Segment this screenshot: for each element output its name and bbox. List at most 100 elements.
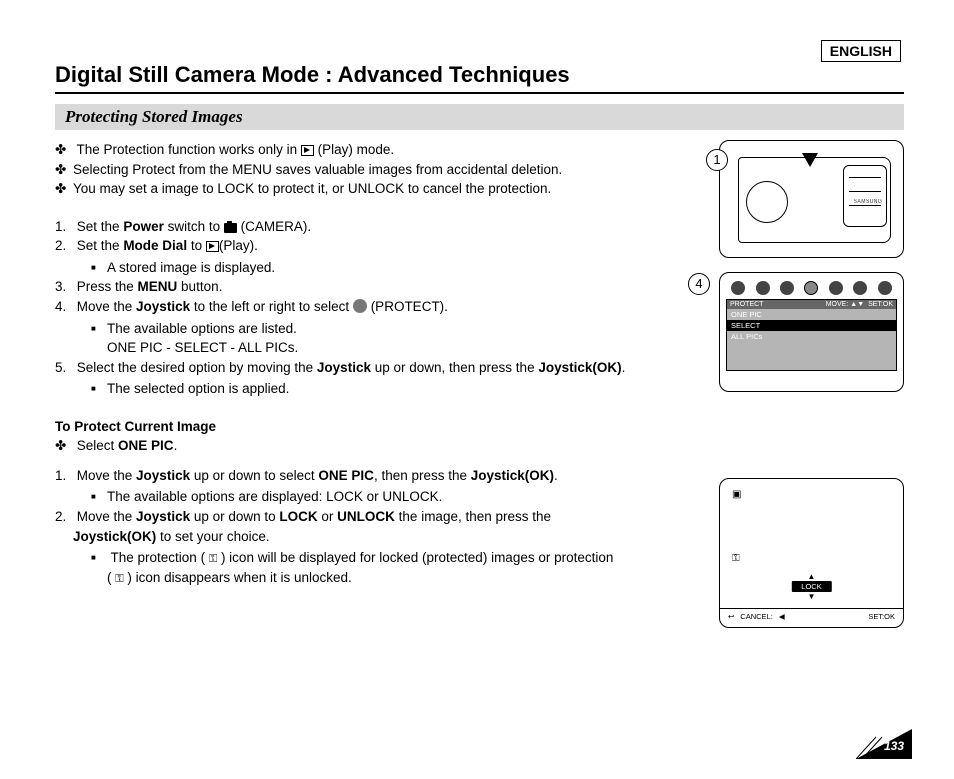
substep: ONE PIC - SELECT - ALL PICs. [107, 338, 711, 358]
t: Set the [77, 219, 124, 234]
step-item: Set the Mode Dial to (Play). A stored im… [73, 236, 711, 277]
lock-label: LOCK [791, 581, 831, 592]
content-row: The Protection function works only in (P… [55, 140, 904, 642]
page-title: Digital Still Camera Mode : Advanced Tec… [55, 62, 904, 88]
t: Set the [77, 238, 124, 253]
return-icon: ↩ [728, 612, 734, 621]
substep: The available options are listed. [107, 319, 711, 339]
set-label: SET:OK [868, 612, 895, 621]
t: Move the [77, 509, 136, 524]
play-icon [301, 145, 314, 156]
t: Joystick(OK) [73, 529, 156, 544]
substep: The available options are displayed: LOC… [107, 487, 711, 507]
sub-steps: Move the Joystick up or down to select O… [55, 466, 711, 588]
down-arrow-icon: ▼ [791, 592, 831, 601]
t: or [318, 509, 338, 524]
t: . [554, 468, 558, 483]
manual-page: ENGLISH Digital Still Camera Mode : Adva… [0, 0, 954, 779]
steps-list: Set the Power switch to (CAMERA). Set th… [55, 217, 711, 399]
body-text: The Protection function works only in (P… [55, 140, 719, 642]
t: Move the [77, 299, 136, 314]
substep: The selected option is applied. [107, 379, 711, 399]
menu-tab-icon [756, 281, 770, 295]
menu-tab-icon [804, 281, 818, 295]
t: ( [107, 570, 115, 585]
up-arrow-icon: ▲ [791, 572, 831, 581]
t: UNLOCK [337, 509, 395, 524]
step-item: Move the Joystick to the left or right t… [73, 297, 711, 358]
key-icon: ⚿ [115, 573, 123, 585]
t: ONE PIC [118, 438, 174, 453]
key-icon: ⚿ [209, 553, 217, 565]
section-subhead: Protecting Stored Images [55, 104, 904, 130]
intro-item: You may set a image to LOCK to protect i… [73, 179, 711, 199]
t: ) icon disappears when it is unlocked. [124, 570, 352, 585]
t: up or down to select [190, 468, 318, 483]
t: the image, then press the [395, 509, 551, 524]
t: Joystick(OK) [471, 468, 554, 483]
t: Press the [77, 279, 138, 294]
t: ) icon will be displayed for locked (pro… [217, 550, 613, 565]
t: to the left or right to select [190, 299, 353, 314]
t: LOCK [279, 509, 317, 524]
list-item: Select ONE PIC. [73, 436, 711, 456]
step-badge: 4 [688, 273, 710, 295]
t: switch to [164, 219, 224, 234]
intro-item: Selecting Protect from the MENU saves va… [73, 160, 711, 180]
substep: The protection ( ⚿ ) icon will be displa… [107, 548, 711, 588]
t: to set your choice. [156, 529, 269, 544]
play-icon: ▣ [732, 489, 741, 500]
t: . [622, 360, 626, 375]
t: (PROTECT). [367, 299, 448, 314]
protect-icon [353, 299, 367, 313]
step-item: Select the desired option by moving the … [73, 358, 711, 399]
key-icon: ⚿ [732, 553, 740, 564]
menu-set-label: SET:OK [868, 301, 893, 308]
t: button. [177, 279, 222, 294]
menu-tab-icon [829, 281, 843, 295]
menu-item: ONE PIC [727, 309, 896, 320]
brand-label: SAMSUNG [854, 199, 883, 205]
t: Joystick [317, 360, 371, 375]
intro-item: The Protection function works only in (P… [73, 140, 711, 160]
t: . [174, 438, 178, 453]
t: Mode Dial [123, 238, 187, 253]
t: MENU [138, 279, 178, 294]
updown-icon: ▲▼ [850, 301, 864, 308]
camera-lens-icon [746, 181, 788, 223]
camera-icon [224, 223, 237, 233]
t: The protection ( [111, 550, 209, 565]
menu-item: ALL PICs [727, 331, 896, 342]
menu-header: PROTECT MOVE:▲▼ SET:OK [727, 300, 896, 309]
t: to [187, 238, 206, 253]
line-icon [849, 205, 881, 206]
arrow-down-icon [802, 153, 818, 167]
left-arrow-icon: ◀ [779, 612, 785, 621]
camera-grip-icon [843, 165, 887, 227]
line-icon [849, 177, 881, 178]
text: (Play) mode. [318, 142, 395, 157]
substep: A stored image is displayed. [107, 258, 711, 278]
menu-item-selected: SELECT [727, 320, 896, 331]
t: (Play). [219, 238, 258, 253]
lock-pill: ▲ LOCK ▼ [791, 572, 831, 601]
play-icon [206, 241, 219, 252]
t: Select the desired option by moving the [77, 360, 317, 375]
t: (CAMERA). [237, 219, 311, 234]
sub-bullets: Select ONE PIC. [55, 436, 711, 456]
menu-tab-icon [853, 281, 867, 295]
step-item: Move the Joystick up or down to select O… [73, 466, 711, 507]
figure-menu: 4 PROTECT MOVE:▲▼ SET:OK [719, 272, 904, 392]
status-bar: ↩ CANCEL: ◀ SET:OK [720, 608, 903, 621]
t: up or down, then press the [371, 360, 538, 375]
t: ONE PIC [318, 468, 374, 483]
menu-panel: PROTECT MOVE:▲▼ SET:OK ONE PIC SELECT AL… [726, 299, 897, 371]
menu-tab-icons [720, 273, 903, 299]
subsection-heading: To Protect Current Image [55, 417, 711, 437]
menu-tab-icon [731, 281, 745, 295]
step-item: Set the Power switch to (CAMERA). [73, 217, 711, 237]
menu-tab-icon [780, 281, 794, 295]
t: Move the [77, 468, 136, 483]
title-rule [55, 92, 904, 94]
step-item: Press the MENU button. [73, 277, 711, 297]
